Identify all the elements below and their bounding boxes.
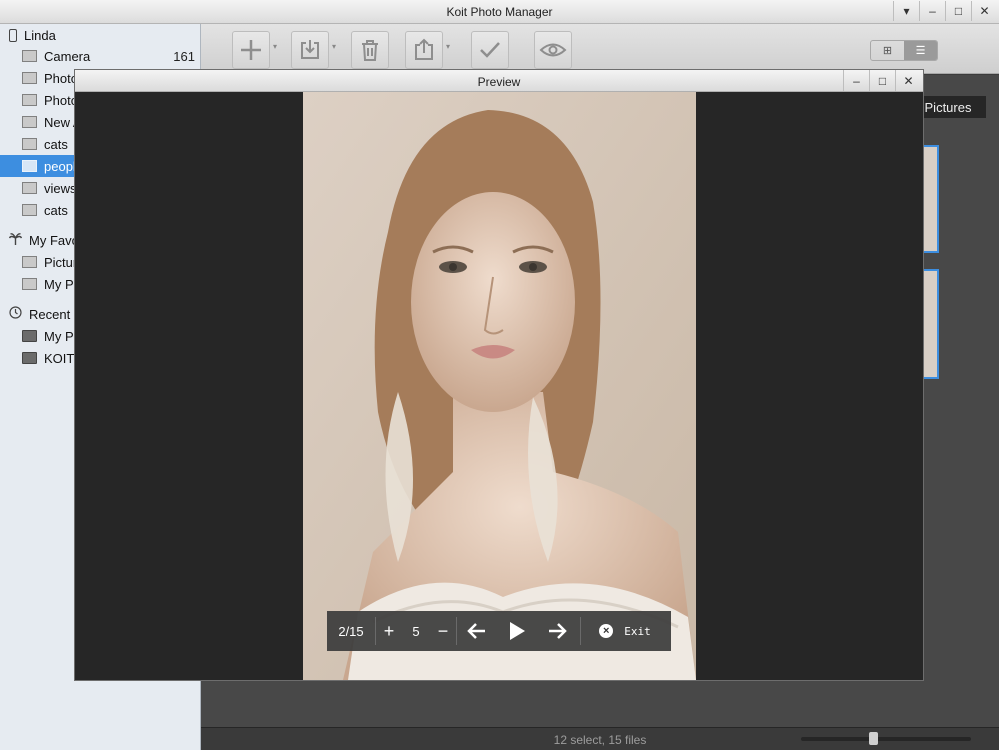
album-icon bbox=[22, 94, 37, 106]
sidebar-item-label: cats bbox=[44, 202, 68, 218]
maximize-button[interactable]: □ bbox=[945, 1, 971, 21]
previous-button[interactable] bbox=[457, 611, 497, 651]
export-dropdown-icon[interactable]: ▾ bbox=[446, 42, 450, 51]
check-icon bbox=[480, 42, 500, 58]
album-icon bbox=[22, 160, 37, 172]
sidebar-item-label: cats bbox=[44, 136, 68, 152]
slideshow-controls: 2/15 + 5 − × Exit bbox=[327, 611, 671, 651]
preview-maximize-button[interactable]: □ bbox=[869, 70, 895, 91]
delete-icon bbox=[362, 40, 378, 61]
play-button[interactable] bbox=[497, 611, 537, 651]
list-view-button[interactable]: ☰ bbox=[904, 41, 937, 60]
preview-close-button[interactable]: ✕ bbox=[895, 70, 921, 91]
list-view-icon: ☰ bbox=[915, 45, 926, 57]
arrow-right-icon bbox=[549, 623, 567, 639]
sidebar-device-linda[interactable]: Linda bbox=[0, 24, 200, 46]
arrow-left-icon bbox=[467, 623, 485, 639]
sidebar-item-label: Photo bbox=[44, 92, 78, 108]
next-button[interactable] bbox=[537, 611, 577, 651]
add-icon bbox=[241, 40, 261, 60]
sidebar-item-label: Pictur bbox=[44, 254, 78, 270]
sidebar-device-label: Linda bbox=[24, 27, 56, 43]
import-dropdown-icon[interactable]: ▾ bbox=[332, 42, 336, 51]
grid-view-button[interactable]: ⊞ bbox=[871, 41, 904, 60]
preview-photo bbox=[303, 92, 696, 680]
album-icon bbox=[22, 182, 37, 194]
sidebar-item-label: Camera bbox=[44, 48, 91, 64]
check-button[interactable] bbox=[471, 31, 509, 69]
zoom-in-button[interactable]: + bbox=[376, 611, 402, 651]
sidebar-item-camera[interactable]: Camera 161 bbox=[0, 45, 200, 67]
import-icon bbox=[301, 40, 319, 59]
palm-tree-icon bbox=[8, 232, 23, 248]
album-icon bbox=[22, 116, 37, 128]
import-button[interactable] bbox=[291, 31, 329, 69]
zoom-out-button[interactable]: − bbox=[430, 611, 456, 651]
preview-title: Preview bbox=[477, 75, 521, 89]
interval-value: 5 bbox=[412, 623, 420, 639]
close-button[interactable]: ✕ bbox=[971, 1, 997, 21]
minimize-button[interactable]: – bbox=[919, 1, 945, 21]
preview-minimize-button[interactable]: – bbox=[843, 70, 869, 91]
grid-view-icon: ⊞ bbox=[882, 45, 893, 57]
window-controls: ▾ – □ ✕ bbox=[893, 1, 997, 21]
album-icon bbox=[22, 138, 37, 150]
export-button[interactable] bbox=[405, 31, 443, 69]
sidebar-item-label: peopl bbox=[44, 158, 76, 174]
status-bar: 12 select, 15 files bbox=[201, 727, 999, 750]
preview-window: Preview – □ ✕ 2/15 + 5 − × Exit bbox=[74, 69, 924, 681]
preview-window-controls: – □ ✕ bbox=[843, 70, 921, 91]
app-titlebar: Koit Photo Manager ▾ – □ ✕ bbox=[0, 0, 999, 24]
folder-icon bbox=[22, 352, 37, 364]
view-toggle: ⊞ ☰ bbox=[870, 40, 938, 61]
zoom-slider-handle[interactable] bbox=[868, 732, 878, 745]
toolbar: ▾ ▾ ▾ ⊞ ☰ bbox=[201, 24, 999, 74]
play-icon bbox=[510, 622, 525, 640]
phone-icon bbox=[9, 28, 17, 42]
eye-icon bbox=[539, 43, 567, 57]
exit-label: Exit bbox=[624, 624, 651, 638]
sidebar-group-label: Recent bbox=[29, 306, 71, 322]
exit-button[interactable]: × Exit bbox=[581, 611, 669, 651]
preview-titlebar: Preview – □ ✕ bbox=[75, 70, 923, 92]
add-button[interactable] bbox=[232, 31, 270, 69]
album-icon bbox=[22, 256, 37, 268]
add-dropdown-icon[interactable]: ▾ bbox=[273, 42, 277, 51]
close-circle-icon: × bbox=[599, 624, 614, 638]
image-counter: 2/15 bbox=[338, 623, 364, 639]
folder-icon bbox=[22, 330, 37, 342]
export-icon bbox=[415, 38, 433, 60]
delete-button[interactable] bbox=[351, 31, 389, 69]
app-title: Koit Photo Manager bbox=[446, 5, 553, 19]
album-icon bbox=[22, 50, 37, 62]
album-icon bbox=[22, 72, 37, 84]
zoom-slider[interactable] bbox=[801, 732, 971, 745]
album-icon bbox=[22, 278, 37, 290]
album-icon bbox=[22, 204, 37, 216]
sidebar-item-label: views bbox=[44, 180, 77, 196]
preview-button[interactable] bbox=[534, 31, 572, 69]
sidebar-group-label: My Favo bbox=[29, 232, 79, 248]
item-count: 161 bbox=[173, 48, 195, 64]
menu-dropdown-icon[interactable]: ▾ bbox=[893, 1, 919, 21]
sidebar-item-label: Photo bbox=[44, 70, 78, 86]
clock-icon bbox=[9, 306, 22, 322]
